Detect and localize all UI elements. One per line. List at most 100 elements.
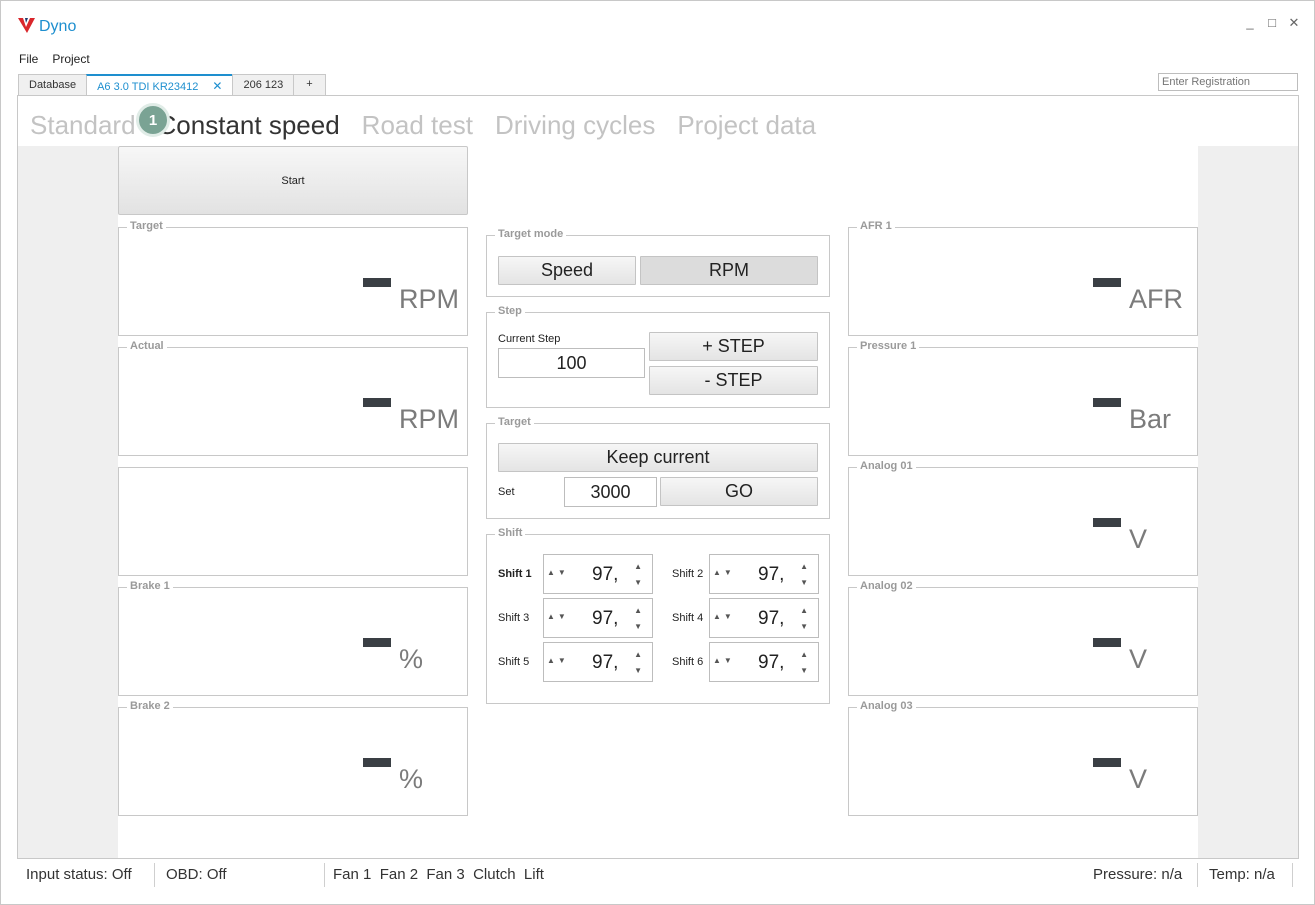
minimize-icon[interactable]: _ — [1244, 15, 1256, 31]
value-placeholder — [363, 398, 391, 407]
shift-5-label: Shift 5 — [498, 656, 530, 668]
gauge-label: Brake 1 — [127, 580, 173, 592]
left-right-arrows-icon[interactable]: ▲▼ — [547, 568, 569, 577]
up-down-arrows-icon[interactable]: ▲ ▼ — [634, 559, 642, 591]
tab-road-test[interactable]: Road test — [362, 110, 473, 141]
gauge-unit: % — [399, 644, 424, 674]
keep-current-button[interactable]: Keep current — [498, 443, 818, 472]
gauge-label: Brake 2 — [127, 700, 173, 712]
gauge-unit: V — [1129, 644, 1148, 674]
tab-database-label: Database — [29, 79, 77, 91]
spinner-value: 97, — [592, 564, 619, 585]
shift-4-spinner[interactable]: ▲▼ 97, ▲ ▼ — [709, 598, 819, 638]
tab-206-123[interactable]: 206 123 — [232, 74, 295, 96]
target-mode-group: Target mode Speed RPM — [486, 228, 830, 297]
gauge-analog-03: Analog 03 V — [848, 700, 1198, 816]
value-placeholder — [1093, 398, 1121, 407]
right-margin — [1198, 146, 1298, 858]
window-controls: _ □ ✕ — [1244, 15, 1300, 31]
set-value-input[interactable]: 3000 — [564, 477, 657, 507]
step-badge: 1 — [136, 103, 170, 137]
left-right-arrows-icon[interactable]: ▲▼ — [547, 612, 569, 621]
gauge-unit: V — [1129, 764, 1148, 794]
set-label: Set — [498, 486, 515, 498]
menu-file[interactable]: File — [19, 52, 38, 66]
gauge-pressure-1: Pressure 1 Bar — [848, 340, 1198, 456]
minus-step-button[interactable]: - STEP — [649, 366, 818, 395]
tab-project-data[interactable]: Project data — [677, 110, 816, 141]
gauge-unit: RPM — [399, 404, 459, 434]
menu-bar: File Project — [19, 52, 90, 66]
close-icon[interactable]: ✕ — [1288, 15, 1300, 31]
tab-active-project[interactable]: A6 3.0 TDI KR23412 ✕ — [86, 74, 234, 97]
up-down-arrows-icon[interactable]: ▲ ▼ — [634, 647, 642, 679]
tab-driving-cycles[interactable]: Driving cycles — [495, 110, 655, 141]
status-divider — [1197, 863, 1198, 887]
current-step-input[interactable]: 100 — [498, 348, 645, 378]
shift-5-spinner[interactable]: ▲▼ 97, ▲ ▼ — [543, 642, 653, 682]
gauge-unit: RPM — [399, 284, 459, 314]
target-group: Target Keep current Set 3000 GO — [486, 416, 830, 519]
up-down-arrows-icon[interactable]: ▲ ▼ — [800, 603, 808, 635]
menu-project[interactable]: Project — [52, 52, 89, 66]
gauge-actual: Actual RPM — [118, 340, 468, 456]
app-title: Dyno — [39, 18, 77, 35]
pressure-status: Pressure: n/a — [1093, 866, 1183, 883]
shift-1-label: Shift 1 — [498, 568, 532, 580]
group-label: Step — [495, 305, 525, 317]
document-tabs: Database A6 3.0 TDI KR23412 ✕ 206 123 + — [18, 74, 326, 97]
shift-2-spinner[interactable]: ▲▼ 97, ▲ ▼ — [709, 554, 819, 594]
shift-2-label: Shift 2 — [672, 568, 704, 580]
gauge-label: Pressure 1 — [857, 340, 920, 352]
app-window: Dyno _ □ ✕ File Project Database A6 3.0 … — [0, 0, 1315, 905]
gauge-afr-1: AFR 1 AFR — [848, 220, 1198, 336]
tab-database[interactable]: Database — [18, 74, 88, 96]
shift-6-spinner[interactable]: ▲▼ 97, ▲ ▼ — [709, 642, 819, 682]
gauge-label: Analog 03 — [857, 700, 916, 712]
left-margin — [18, 146, 118, 858]
status-bar: Input status: Off OBD: Off Fan 1 Fan 2 F… — [1, 861, 1314, 889]
value-placeholder — [1093, 758, 1121, 767]
up-down-arrows-icon[interactable]: ▲ ▼ — [800, 647, 808, 679]
gauge-label: AFR 1 — [857, 220, 895, 232]
tab-close-icon[interactable]: ✕ — [212, 79, 222, 93]
gauge-unit: % — [399, 764, 424, 794]
value-placeholder — [1093, 638, 1121, 647]
obd-status: OBD: Off — [166, 866, 227, 883]
temp-status: Temp: n/a — [1209, 866, 1275, 883]
shift-3-spinner[interactable]: ▲▼ 97, ▲ ▼ — [543, 598, 653, 638]
status-divider — [1292, 863, 1293, 887]
maximize-icon[interactable]: □ — [1266, 15, 1278, 31]
gauge-brake-1: Brake 1 % — [118, 580, 468, 696]
up-down-arrows-icon[interactable]: ▲ ▼ — [634, 603, 642, 635]
spinner-value: 97, — [758, 608, 785, 629]
registration-input[interactable] — [1158, 73, 1298, 91]
tab-206-label: 206 123 — [243, 79, 284, 91]
shift-group: Shift Shift 1 ▲▼ 97, ▲ ▼ Shift 2 ▲▼ 97, ▲… — [486, 527, 830, 704]
left-right-arrows-icon[interactable]: ▲▼ — [713, 568, 735, 577]
shift-1-spinner[interactable]: ▲▼ 97, ▲ ▼ — [543, 554, 653, 594]
gauge-analog-01: Analog 01 V — [848, 460, 1198, 576]
value-placeholder — [363, 278, 391, 287]
value-placeholder — [1093, 278, 1121, 287]
value-placeholder — [363, 638, 391, 647]
current-step-label: Current Step — [498, 333, 561, 345]
group-label: Target mode — [495, 228, 567, 240]
tab-constant-speed[interactable]: Constant speed — [158, 110, 340, 141]
gauge-unit: AFR — [1129, 284, 1183, 314]
plus-step-button[interactable]: + STEP — [649, 332, 818, 361]
up-down-arrows-icon[interactable]: ▲ ▼ — [800, 559, 808, 591]
fan-clutch-lift-indicators: Fan 1 Fan 2 Fan 3 Clutch Lift — [333, 866, 544, 883]
left-right-arrows-icon[interactable]: ▲▼ — [713, 656, 735, 665]
input-status: Input status: Off — [26, 866, 132, 883]
left-right-arrows-icon[interactable]: ▲▼ — [547, 656, 569, 665]
tab-active-label: A6 3.0 TDI KR23412 — [97, 81, 199, 93]
tab-standard[interactable]: Standard — [30, 110, 136, 141]
go-button[interactable]: GO — [660, 477, 818, 506]
rpm-mode-button[interactable]: RPM — [640, 256, 818, 285]
tab-add-button[interactable]: + — [293, 74, 326, 96]
value-placeholder — [363, 758, 391, 767]
speed-mode-button[interactable]: Speed — [498, 256, 636, 285]
start-button[interactable]: Start — [118, 146, 468, 215]
left-right-arrows-icon[interactable]: ▲▼ — [713, 612, 735, 621]
